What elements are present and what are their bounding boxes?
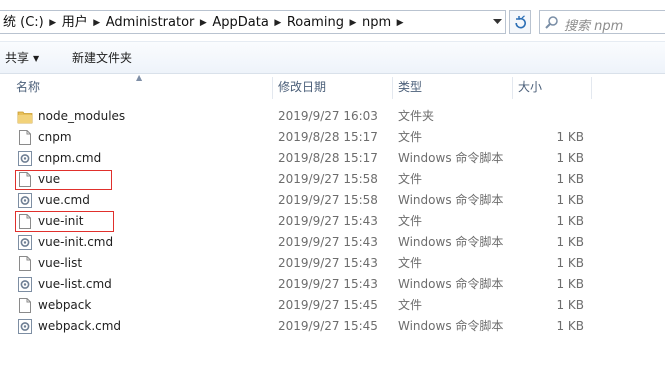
caret-down-icon: ▼: [33, 54, 40, 63]
share-label: 共享: [5, 51, 30, 65]
file-name: webpack.cmd: [38, 319, 122, 333]
column-header: ▲ 名称 修改日期 类型 大小: [0, 74, 665, 101]
file-type: 文件: [398, 214, 423, 228]
sort-ascending-icon: ▲: [136, 73, 143, 82]
chevron-right-icon[interactable]: ▶: [90, 14, 104, 32]
file-size: 1 KB: [556, 235, 584, 249]
cmd-script-icon: [17, 276, 33, 293]
file-name: node_modules: [38, 109, 126, 123]
search-input[interactable]: 搜索 npm: [539, 10, 665, 34]
file-type: 文件: [398, 130, 423, 144]
file-date: 2019/8/28 15:17: [278, 151, 378, 165]
file-date: 2019/9/27 15:45: [278, 319, 378, 333]
file-name: cnpm: [38, 130, 72, 144]
file-size: 1 KB: [556, 130, 584, 144]
file-size: 1 KB: [556, 277, 584, 291]
column-divider[interactable]: [392, 77, 393, 99]
file-type: Windows 命令脚本: [398, 277, 504, 291]
file-row[interactable]: cnpm 2019/8/28 15:17 文件 1 KB: [0, 127, 665, 148]
file-row[interactable]: vue-list 2019/9/27 15:43 文件 1 KB: [0, 253, 665, 274]
highlight-box-vue-init: [15, 211, 114, 232]
file-date: 2019/9/27 15:43: [278, 256, 378, 270]
file-row[interactable]: node_modules 2019/9/27 16:03 文件夹: [0, 106, 665, 127]
file-name: webpack: [38, 298, 92, 312]
column-name[interactable]: 名称: [12, 74, 40, 101]
file-size: 1 KB: [556, 298, 584, 312]
new-folder-label: 新建文件夹: [72, 51, 133, 65]
file-row[interactable]: vue.cmd 2019/9/27 15:58 Windows 命令脚本 1 K…: [0, 190, 665, 211]
column-divider[interactable]: [512, 77, 513, 99]
file-date: 2019/9/27 15:45: [278, 298, 378, 312]
column-type[interactable]: 类型: [394, 74, 422, 101]
file-icon: [17, 255, 33, 272]
breadcrumb-users[interactable]: 用户: [60, 14, 90, 32]
breadcrumb-drive[interactable]: 统 (C:): [1, 14, 46, 32]
file-size: 1 KB: [556, 193, 584, 207]
file-name: vue-list.cmd: [38, 277, 112, 291]
search-placeholder: 搜索 npm: [564, 19, 624, 34]
address-bar-row: 统 (C:) ▶ 用户 ▶ Administrator ▶ AppData ▶ …: [0, 0, 665, 41]
breadcrumb-npm[interactable]: npm: [360, 14, 393, 32]
file-date: 2019/9/27 16:03: [278, 109, 378, 123]
file-date: 2019/9/27 15:43: [278, 277, 378, 291]
refresh-button[interactable]: [509, 10, 531, 34]
file-name: vue.cmd: [38, 193, 90, 207]
file-type: 文件: [398, 172, 423, 186]
file-date: 2019/8/28 15:17: [278, 130, 378, 144]
chevron-right-icon[interactable]: ▶: [196, 14, 210, 32]
file-type: 文件: [398, 256, 423, 270]
cmd-script-icon: [17, 150, 33, 167]
column-divider[interactable]: [272, 77, 273, 99]
column-date[interactable]: 修改日期: [274, 74, 326, 101]
file-type: Windows 命令脚本: [398, 235, 504, 249]
file-name: vue-init.cmd: [38, 235, 114, 249]
cmd-script-icon: [17, 192, 33, 209]
file-name: vue-list: [38, 256, 83, 270]
breadcrumb-roaming[interactable]: Roaming: [285, 14, 346, 32]
chevron-right-icon[interactable]: ▶: [346, 14, 360, 32]
file-size: 1 KB: [556, 214, 584, 228]
chevron-right-icon[interactable]: ▶: [271, 14, 285, 32]
file-row[interactable]: webpack.cmd 2019/9/27 15:45 Windows 命令脚本…: [0, 316, 665, 337]
file-date: 2019/9/27 15:43: [278, 214, 378, 228]
file-type: Windows 命令脚本: [398, 151, 504, 165]
file-size: 1 KB: [556, 172, 584, 186]
cmd-script-icon: [17, 318, 33, 335]
breadcrumb: 统 (C:) ▶ 用户 ▶ Administrator ▶ AppData ▶ …: [1, 14, 407, 32]
chevron-right-icon[interactable]: ▶: [46, 14, 60, 32]
address-bar[interactable]: 统 (C:) ▶ 用户 ▶ Administrator ▶ AppData ▶ …: [0, 10, 506, 34]
command-toolbar: 共享 ▼ 新建文件夹: [0, 41, 665, 74]
file-size: 1 KB: [556, 256, 584, 270]
cmd-script-icon: [17, 234, 33, 251]
file-type: 文件夹: [398, 109, 435, 123]
search-icon: [545, 16, 558, 29]
file-type: Windows 命令脚本: [398, 319, 504, 333]
file-icon: [17, 297, 33, 314]
column-size[interactable]: 大小: [514, 74, 542, 101]
file-size: 1 KB: [556, 319, 584, 333]
file-row[interactable]: webpack 2019/9/27 15:45 文件 1 KB: [0, 295, 665, 316]
file-row[interactable]: vue-init.cmd 2019/9/27 15:43 Windows 命令脚…: [0, 232, 665, 253]
file-size: 1 KB: [556, 151, 584, 165]
chevron-right-icon[interactable]: ▶: [393, 14, 407, 32]
breadcrumb-administrator[interactable]: Administrator: [104, 14, 197, 32]
folder-icon: [17, 108, 33, 125]
highlight-box-vue: [15, 170, 112, 190]
file-icon: [17, 129, 33, 146]
breadcrumb-appdata[interactable]: AppData: [210, 14, 270, 32]
share-menu-button[interactable]: 共享 ▼: [5, 50, 39, 66]
file-type: Windows 命令脚本: [398, 193, 504, 207]
file-date: 2019/9/27 15:58: [278, 172, 378, 186]
file-row[interactable]: vue-list.cmd 2019/9/27 15:43 Windows 命令脚…: [0, 274, 665, 295]
address-dropdown-button[interactable]: [489, 11, 505, 33]
chevron-down-icon: [492, 19, 502, 24]
file-name: cnpm.cmd: [38, 151, 102, 165]
refresh-icon: [515, 15, 526, 29]
file-date: 2019/9/27 15:58: [278, 193, 378, 207]
file-row[interactable]: cnpm.cmd 2019/8/28 15:17 Windows 命令脚本 1 …: [0, 148, 665, 169]
new-folder-button[interactable]: 新建文件夹: [72, 50, 132, 66]
file-type: 文件: [398, 298, 423, 312]
column-divider[interactable]: [591, 77, 592, 99]
file-date: 2019/9/27 15:43: [278, 235, 378, 249]
